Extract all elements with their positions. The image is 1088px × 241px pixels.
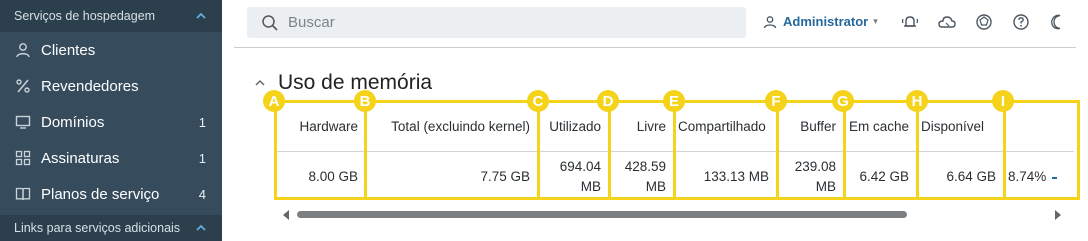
extensions-icon[interactable] [974, 12, 994, 32]
search-box[interactable] [247, 7, 746, 38]
panel-title: Uso de memória [278, 71, 433, 94]
sidebar-item-label: Revendedores [41, 77, 139, 95]
highlight-frame-d [608, 100, 676, 200]
sidebar-item-label: Clientes [41, 41, 96, 59]
marker-badge: H [906, 90, 928, 112]
marker-badge: E [663, 90, 685, 112]
highlight-frame-a [274, 100, 367, 200]
sidebar-item-count: 4 [198, 186, 206, 202]
search-icon [262, 14, 278, 31]
marker-badge: G [832, 90, 854, 112]
highlight-frame-c [537, 100, 611, 200]
marker-badge: F [765, 90, 787, 112]
percent-icon [14, 77, 32, 95]
user-icon [14, 41, 32, 59]
user-menu[interactable]: Administrator ▾ [763, 14, 878, 29]
highlight-frame-i [1003, 100, 1080, 200]
divider [234, 47, 1076, 48]
user-name: Administrator [783, 14, 869, 29]
sidebar-item-clientes[interactable]: Clientes [0, 32, 222, 68]
sidebar-item-planos[interactable]: Planos de serviço 4 [0, 176, 222, 212]
sidebar-section-links[interactable]: Links para serviços adicionais [0, 215, 222, 241]
sidebar-item-count: 1 [198, 150, 206, 166]
notifications-icon[interactable] [900, 12, 920, 32]
topbar: Administrator ▾ [222, 0, 1088, 44]
sidebar-item-label: Planos de serviço [41, 185, 160, 203]
monitor-icon [14, 113, 32, 131]
highlight-frame-f [776, 100, 846, 200]
sidebar: Serviços de hospedagem Clientes Revended… [0, 0, 222, 241]
chevron-up-icon [196, 224, 206, 231]
sidebar-item-label: Domínios [41, 113, 105, 131]
sidebar-section-label: Links para serviços adicionais [14, 221, 181, 235]
search-input[interactable] [288, 14, 708, 31]
book-icon [14, 185, 32, 203]
marker-badge: I [992, 90, 1014, 112]
highlight-frame-h [916, 100, 1006, 200]
highlight-frame-b [364, 100, 540, 200]
sidebar-item-revendedores[interactable]: Revendedores [0, 68, 222, 104]
topbar-icons [900, 12, 1068, 32]
scroll-right-arrow-icon[interactable] [1055, 210, 1061, 220]
cloud-icon[interactable] [937, 12, 957, 32]
horizontal-scrollbar[interactable] [283, 208, 1061, 222]
sidebar-section-hosting[interactable]: Serviços de hospedagem [0, 0, 222, 32]
grid-icon [14, 149, 32, 167]
memory-table-container: Hardware Total (excluindo kernel) Utiliz… [263, 90, 1080, 204]
marker-badge: C [527, 90, 549, 112]
chevron-up-icon [255, 79, 265, 86]
sidebar-item-assinaturas[interactable]: Assinaturas 1 [0, 140, 222, 176]
sidebar-item-label: Assinaturas [41, 149, 120, 167]
main-area: Administrator ▾ Uso de memória [222, 0, 1088, 241]
highlight-frame-g [843, 100, 919, 200]
marker-badge: B [354, 90, 376, 112]
scroll-left-arrow-icon[interactable] [283, 210, 289, 220]
highlight-frame-e [673, 100, 779, 200]
content-area: Uso de memória Hardware Total (excluindo… [222, 44, 1088, 241]
moon-icon[interactable] [1048, 12, 1068, 32]
marker-badge: A [263, 90, 285, 112]
sidebar-item-count: 1 [198, 114, 206, 130]
sidebar-section-label: Serviços de hospedagem [14, 9, 156, 23]
chevron-up-icon [196, 12, 206, 19]
scrollbar-thumb[interactable] [297, 211, 907, 218]
sidebar-item-dominios[interactable]: Domínios 1 [0, 104, 222, 140]
user-icon [763, 15, 777, 28]
chevron-down-icon: ▾ [873, 16, 878, 26]
help-icon[interactable] [1011, 12, 1031, 32]
marker-badge: D [597, 90, 619, 112]
